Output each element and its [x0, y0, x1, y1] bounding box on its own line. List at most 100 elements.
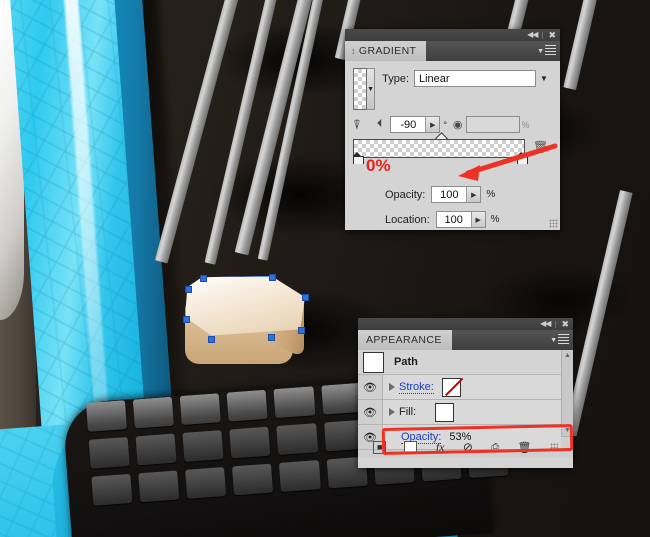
gradient-opacity-row: Opacity: 100 ▶ % — [385, 186, 552, 203]
gradient-angle-input[interactable]: -90 ▶ — [390, 116, 441, 133]
stroke-none-swatch[interactable] — [441, 377, 461, 397]
gradient-aspect-input[interactable] — [465, 116, 520, 133]
gradient-swatch-dropdown[interactable]: ▼ — [367, 68, 376, 110]
percent-symbol: % — [490, 214, 500, 225]
clear-appearance-icon[interactable]: ⊘ — [463, 440, 473, 454]
caret-down-icon: ▼ — [537, 47, 544, 55]
tab-gradient-label: GRADIENT — [358, 45, 417, 57]
degree-symbol: ° — [443, 119, 447, 130]
gradient-panel-tabbar[interactable]: ↕ GRADIENT ▼ — [345, 41, 560, 61]
disclosure-triangle-icon[interactable] — [389, 383, 395, 391]
key — [91, 473, 133, 506]
key — [85, 400, 128, 432]
disclosure-triangle-icon[interactable] — [389, 408, 395, 416]
collapse-double-chevron-icon[interactable]: ◀◀ — [527, 31, 538, 39]
selected-path-outline — [185, 276, 305, 336]
selection-anchor-point[interactable] — [185, 286, 192, 293]
opacity-label: Opacity: — [385, 188, 426, 201]
key — [135, 433, 177, 466]
percent-symbol: % — [486, 189, 496, 200]
gradient-opacity-value: 100 — [440, 188, 459, 201]
gradient-type-value: Linear — [419, 72, 450, 85]
gradient-panel-titlebar: ◀◀ ✖ — [345, 29, 560, 41]
chevron-down-icon[interactable]: ▼ — [536, 71, 552, 86]
gradient-stop-left[interactable] — [353, 152, 364, 168]
gradient-slider-area[interactable]: 0% 🗑 — [353, 132, 552, 183]
eye-visibility-icon[interactable]: 👁 — [358, 375, 383, 399]
gradient-type-row: ▼ Type: Linear ▼ — [353, 68, 552, 110]
resize-grip-icon[interactable] — [549, 219, 558, 228]
appearance-panel[interactable]: ◀◀ ✖ APPEARANCE ▼ Path 👁 Stroke: 👁 Fill:… — [358, 318, 573, 468]
selection-anchor-point[interactable] — [200, 275, 207, 282]
gradient-opacity-input[interactable]: 100 ▶ — [431, 186, 482, 203]
gradient-location-input[interactable]: 100 ▶ — [435, 211, 486, 228]
selection-anchor-point[interactable] — [269, 274, 276, 281]
caret-down-icon: ▼ — [550, 336, 557, 344]
reverse-gradient-icon[interactable]: ⍒ — [353, 118, 361, 131]
target-swatch[interactable] — [363, 351, 384, 373]
appearance-scrollbar[interactable]: ▲ ▼ — [561, 350, 573, 436]
selection-anchor-point[interactable] — [183, 316, 190, 323]
panel-menu-icon[interactable]: ▼ — [537, 45, 556, 57]
stop-triangle-icon — [353, 152, 361, 156]
selection-anchor-point[interactable] — [298, 327, 305, 334]
appearance-panel-tabbar[interactable]: APPEARANCE ▼ — [358, 330, 573, 350]
add-new-stroke-icon[interactable]: ■ — [373, 440, 387, 454]
panel-menu-icon[interactable]: ▼ — [550, 334, 569, 346]
delete-stop-trash-icon[interactable]: 🗑 — [533, 140, 548, 154]
key — [232, 463, 274, 496]
add-new-effect-fx-icon[interactable]: fx — [436, 440, 445, 455]
titlebar-divider — [542, 31, 544, 39]
gradient-angle-icon: ⏴ — [376, 118, 383, 130]
gradient-location-row: Location: 100 ▶ % — [385, 211, 552, 228]
stepper-caret-icon[interactable]: ▶ — [470, 212, 485, 227]
delete-item-trash-icon[interactable]: 🗑 — [518, 441, 532, 454]
location-label: Location: — [385, 213, 430, 226]
key — [182, 430, 224, 462]
appearance-target-row[interactable]: Path — [358, 350, 561, 375]
duplicate-item-icon[interactable]: ⎙ — [491, 442, 499, 453]
gradient-type-select[interactable]: Linear — [414, 70, 536, 87]
percent-symbol: % — [521, 119, 530, 130]
eye-visibility-icon[interactable]: 👁 — [358, 400, 383, 424]
tab-appearance[interactable]: APPEARANCE — [358, 330, 452, 350]
appearance-row-label[interactable]: Fill: — [399, 406, 416, 418]
key — [276, 423, 318, 455]
gradient-stop-right[interactable] — [517, 152, 528, 168]
selection-anchor-point[interactable] — [268, 334, 275, 341]
rounded-3d-box[interactable] — [180, 272, 320, 372]
gradient-panel[interactable]: ◀◀ ✖ ↕ GRADIENT ▼ ▼ Type: Linear ▼ ⍒ ⏴ -… — [345, 29, 560, 230]
gradient-panel-body: ▼ Type: Linear ▼ ⍒ ⏴ -90 ▶ ° ◉ % 0% 🗑 Op… — [345, 61, 560, 242]
gradient-swatch-checkerboard[interactable] — [353, 68, 368, 110]
titlebar-divider — [555, 320, 557, 328]
menu-lines-icon — [558, 334, 569, 346]
appearance-row-stroke[interactable]: 👁 Stroke: — [358, 375, 561, 400]
gradient-angle-value: -90 — [400, 118, 417, 131]
appearance-panel-titlebar: ◀◀ ✖ — [358, 318, 573, 330]
resize-grip-icon[interactable] — [549, 443, 558, 451]
selection-anchor-point[interactable] — [208, 336, 215, 343]
scroll-down-arrow-icon[interactable]: ▼ — [564, 427, 571, 434]
menu-lines-icon — [545, 45, 556, 57]
key — [279, 460, 321, 492]
stepper-caret-icon[interactable]: ▶ — [466, 187, 481, 202]
appearance-row-label[interactable]: Stroke: — [399, 381, 434, 394]
close-x-icon[interactable]: ✖ — [548, 30, 556, 40]
key — [273, 386, 316, 419]
key — [226, 389, 269, 422]
collapse-double-chevron-icon[interactable]: ◀◀ — [540, 320, 551, 328]
selection-anchor-point[interactable] — [302, 294, 309, 301]
tab-gradient[interactable]: ↕ GRADIENT — [345, 41, 427, 61]
add-new-fill-icon[interactable] — [404, 440, 418, 454]
stepper-caret-icon[interactable]: ▶ — [425, 117, 440, 132]
stop-triangle-icon — [517, 152, 525, 156]
scroll-up-arrow-icon[interactable]: ▲ — [564, 352, 571, 359]
illustrator-screenshot: ◀◀ ✖ ↕ GRADIENT ▼ ▼ Type: Linear ▼ ⍒ ⏴ -… — [0, 0, 650, 537]
key — [320, 382, 363, 415]
type-label: Type: — [382, 72, 409, 85]
close-x-icon[interactable]: ✖ — [561, 319, 569, 329]
fill-swatch[interactable] — [435, 402, 455, 422]
gradient-location-value: 100 — [444, 213, 463, 226]
appearance-list-area: Path 👁 Stroke: 👁 Fill: 👁 Opacity: 53% ▲ … — [358, 350, 573, 450]
appearance-row-fill[interactable]: 👁 Fill: — [358, 400, 561, 425]
